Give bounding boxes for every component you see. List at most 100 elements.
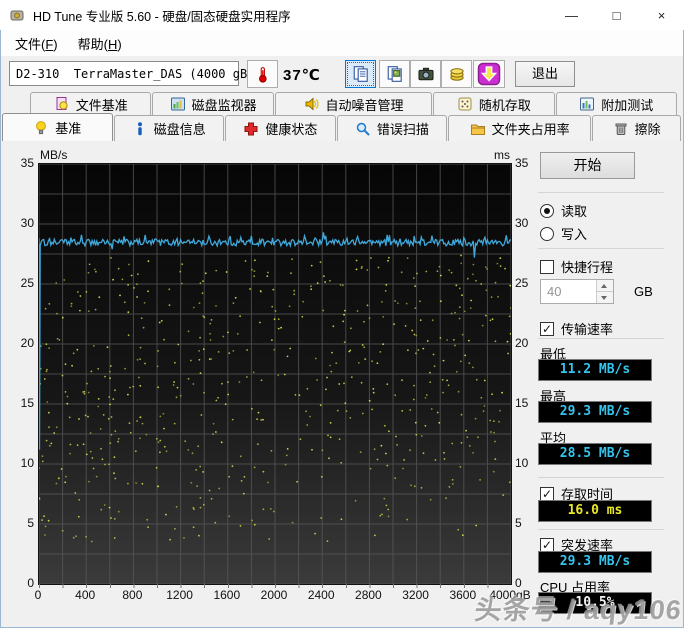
copy-text-icon <box>353 66 368 82</box>
spinner-down-button[interactable] <box>597 291 613 303</box>
menu-help[interactable]: 帮助(H) <box>68 30 132 57</box>
tab-strip: 文件基准 磁盘监视器 自动噪音管理 随机存取 附加测试 基准 磁盘信息 健康状态… <box>0 92 684 141</box>
hd-tune-window: { "window": { "title": "HD Tune 专业版 5.60… <box>0 0 684 628</box>
average-value: 28.5 MB/s <box>538 443 652 465</box>
y-tick-label: 15 <box>515 396 529 410</box>
short-stroke-checkbox[interactable]: 快捷行程 <box>540 257 613 276</box>
tab-label: 文件夹占用率 <box>491 122 570 137</box>
y-axis-unit-right: ms <box>494 148 510 162</box>
y-tick-label: 10 <box>20 456 34 470</box>
y-tick-label: 10 <box>515 456 529 470</box>
y-tick-label: 30 <box>20 216 34 230</box>
minimum-value: 11.2 MB/s <box>538 359 652 381</box>
tab-benchmark[interactable]: 基准 <box>2 113 113 141</box>
window-title: HD Tune 专业版 5.60 - 硬盘/固态硬盘实用程序 <box>33 9 291 24</box>
transfer-rate-label: 传输速率 <box>561 322 614 337</box>
radio-read-control[interactable] <box>540 203 554 218</box>
radio-write-control[interactable] <box>540 226 554 241</box>
tab-row-primary: 基准 磁盘信息 健康状态 错误扫描 文件夹占用率 擦除 <box>0 113 684 141</box>
x-tick-label: 400 <box>75 588 96 602</box>
y-tick-label: 5 <box>27 516 34 530</box>
y-axis-unit-left: MB/s <box>40 148 68 162</box>
temperature-button[interactable] <box>247 60 278 88</box>
tab-disk-info[interactable]: 磁盘信息 <box>113 115 225 141</box>
tab-disk-monitor[interactable]: 磁盘监视器 <box>152 92 274 115</box>
y-tick-label: 30 <box>515 216 529 230</box>
copy-image-button[interactable] <box>379 60 410 88</box>
drive-selector-value: D2-310 TerraMaster_DAS (4000 gB) <box>16 66 255 81</box>
minimize-button[interactable]: — <box>549 0 594 30</box>
title-bar: HD Tune 专业版 5.60 - 硬盘/固态硬盘实用程序 — □ × <box>0 0 684 30</box>
exit-button[interactable]: 退出 <box>515 61 575 87</box>
trash-icon <box>615 123 627 135</box>
screenshot-button[interactable] <box>410 60 441 88</box>
coins-icon <box>449 68 464 81</box>
transfer-rate-checkbox-control[interactable]: ✓ <box>540 321 554 336</box>
copy-text-button[interactable] <box>345 60 376 88</box>
close-button[interactable]: × <box>639 0 684 30</box>
x-tick-label: 4000gB <box>489 588 531 602</box>
separator <box>538 338 664 339</box>
benchmark-plot-svg <box>38 163 512 585</box>
x-tick-label: 2000 <box>260 588 288 602</box>
transfer-rate-checkbox[interactable]: ✓ 传输速率 <box>540 319 613 338</box>
tab-label: 随机存取 <box>478 97 531 113</box>
radio-write[interactable]: 写入 <box>540 224 587 243</box>
radio-read[interactable]: 读取 <box>540 201 587 220</box>
y-tick-label: 5 <box>515 516 522 530</box>
burst-rate-checkbox-control[interactable]: ✓ <box>540 537 554 552</box>
file-benchmark-icon <box>56 97 68 110</box>
short-stroke-spinner[interactable]: 40 <box>540 279 614 304</box>
maximum-value: 29.3 MB/s <box>538 401 652 423</box>
camera-icon <box>417 67 434 81</box>
tab-extra-tests[interactable]: 附加测试 <box>555 92 678 115</box>
lightbulb-icon <box>36 120 47 134</box>
benchmark-plot <box>38 163 512 585</box>
tab-label: 基准 <box>55 121 82 136</box>
separator <box>538 477 664 478</box>
tab-erase[interactable]: 擦除 <box>592 115 682 141</box>
short-stroke-value: 40 <box>547 284 562 299</box>
radio-write-label: 写入 <box>561 227 588 242</box>
tab-label: 磁盘监视器 <box>191 97 257 113</box>
short-stroke-unit: GB <box>634 284 653 299</box>
spinner-up-button[interactable] <box>597 280 613 291</box>
tab-file-benchmark[interactable]: 文件基准 <box>30 92 152 115</box>
tab-label: 擦除 <box>634 122 661 137</box>
y-tick-label: 25 <box>515 276 529 290</box>
x-tick-label: 2800 <box>355 588 382 602</box>
x-tick-label: 3600 <box>449 588 477 602</box>
app-icon <box>10 10 24 21</box>
tab-error-scan[interactable]: 错误扫描 <box>336 115 448 141</box>
tab-label: 健康状态 <box>265 122 318 137</box>
y-tick-label: 35 <box>20 156 34 170</box>
y-tick-label: 20 <box>20 336 34 350</box>
coins-button[interactable] <box>441 60 472 88</box>
info-icon <box>137 121 142 135</box>
y-tick-label: 25 <box>20 276 34 290</box>
tab-auto-acoustic[interactable]: 自动噪音管理 <box>274 92 433 115</box>
separator <box>538 529 664 530</box>
x-axis-tickmarks <box>39 584 511 588</box>
start-button[interactable]: 开始 <box>540 152 635 179</box>
maximize-button[interactable]: □ <box>594 0 639 30</box>
update-button[interactable] <box>473 60 505 88</box>
separator <box>538 192 664 193</box>
tab-random-access[interactable]: 随机存取 <box>433 92 555 115</box>
cpu-usage-value: 10.5% <box>538 592 652 614</box>
short-stroke-checkbox-control[interactable] <box>540 259 554 274</box>
thermometer-icon <box>258 66 267 83</box>
x-tick-label: 0 <box>34 588 42 602</box>
speaker-icon <box>305 97 319 111</box>
tab-label: 错误扫描 <box>376 122 429 137</box>
x-tick-label: 1200 <box>166 588 193 602</box>
tab-folder-usage[interactable]: 文件夹占用率 <box>448 115 592 141</box>
access-time-checkbox-control[interactable]: ✓ <box>540 486 554 501</box>
drive-selector[interactable]: D2-310 TerraMaster_DAS (4000 gB) <box>9 61 259 86</box>
y-tick-label: 35 <box>515 156 529 170</box>
temperature-value: 37℃ <box>283 67 321 84</box>
dice-icon <box>458 97 472 111</box>
folder-icon <box>470 124 485 135</box>
tab-health[interactable]: 健康状态 <box>225 115 336 141</box>
menu-file[interactable]: 文件(F) <box>5 30 68 57</box>
